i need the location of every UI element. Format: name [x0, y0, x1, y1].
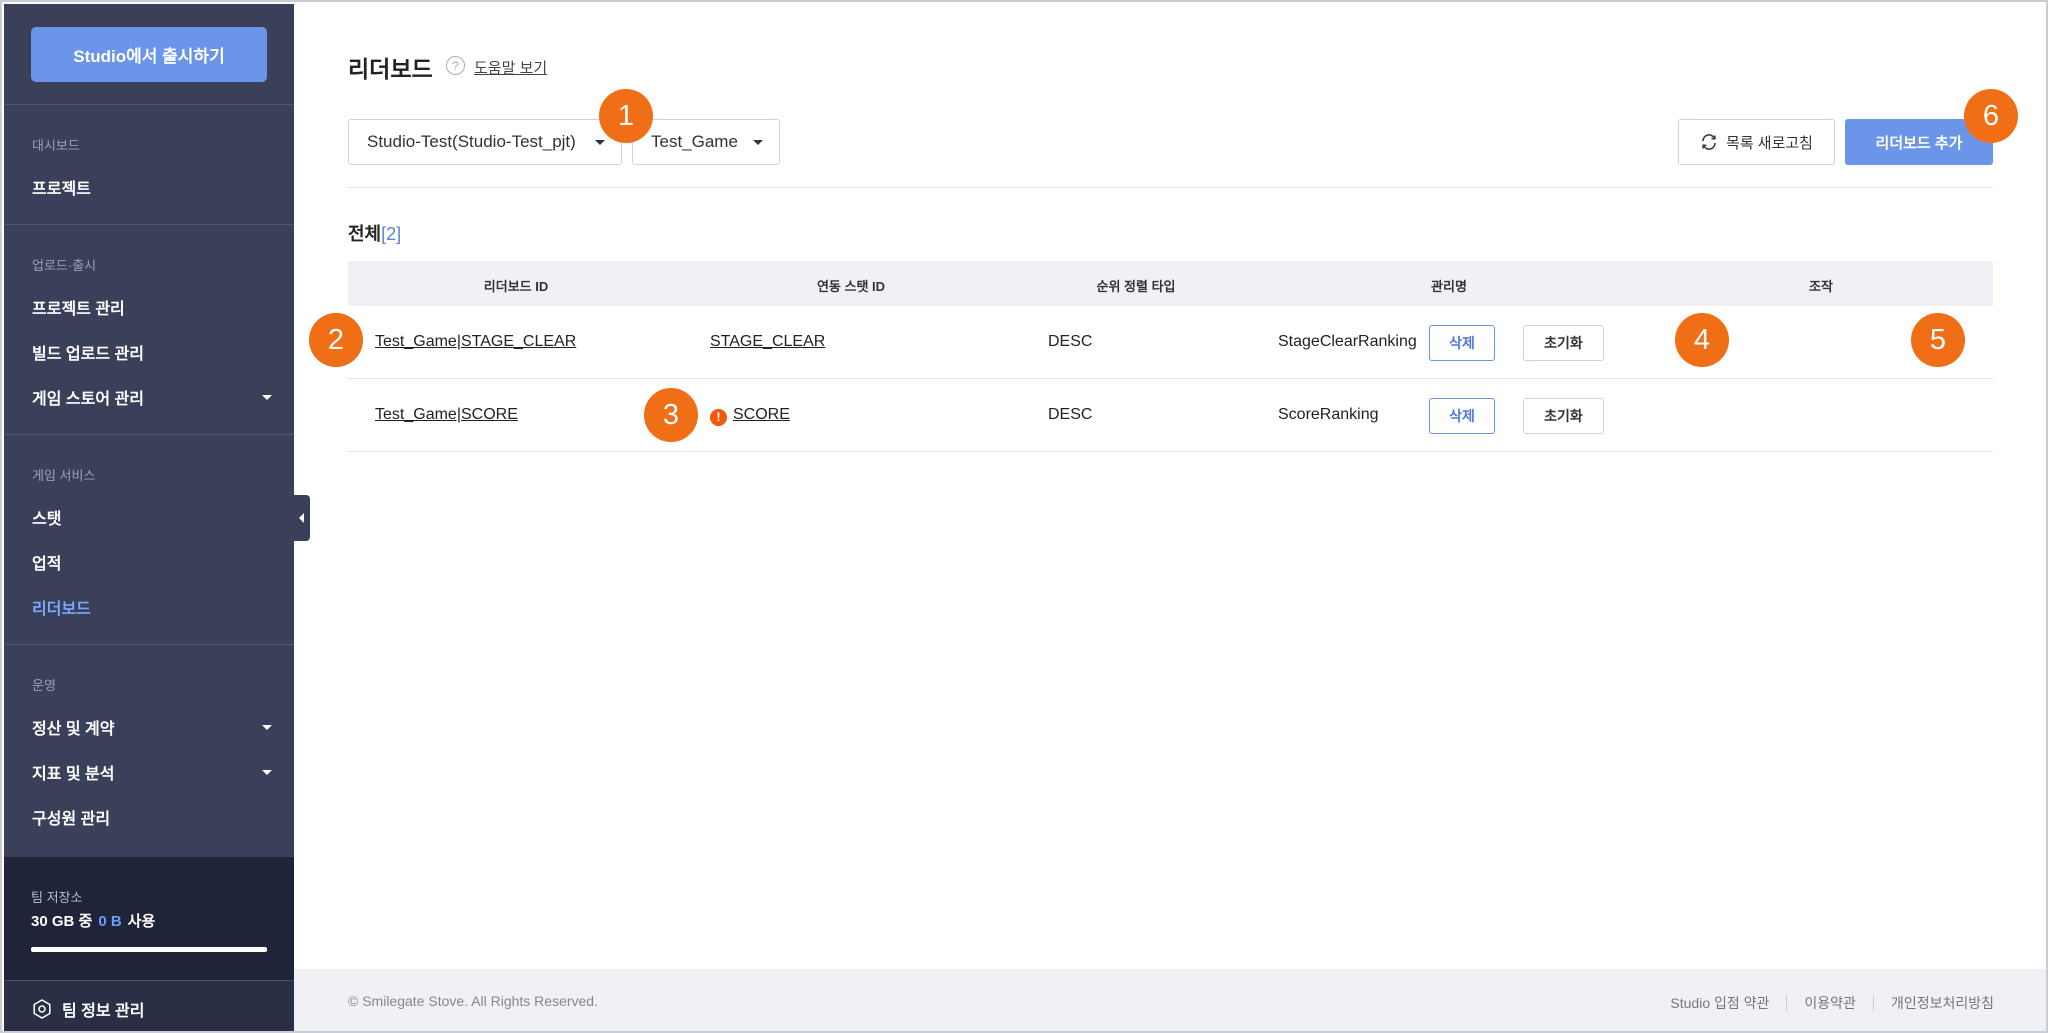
- sidebar-bottom: 팀 정보 관리: [4, 980, 294, 1031]
- manage-name: StageClearRanking: [1278, 333, 1417, 350]
- sidebar-divider: [4, 434, 294, 435]
- sidebar-section-upload: 업로드·출시: [32, 258, 97, 273]
- leaderboard-id-link[interactable]: Test_Game|SCORE: [375, 406, 518, 424]
- sidebar-item-metrics[interactable]: 지표 및 분석: [32, 760, 272, 784]
- sidebar-section-game-service: 게임 서비스: [32, 468, 96, 483]
- callout-badge: 4: [1675, 313, 1729, 367]
- help-icon[interactable]: ?: [446, 56, 465, 75]
- storage-title: 팀 저장소: [31, 890, 83, 905]
- column-header-manage-name: 관리명: [1431, 279, 1467, 294]
- divider: [348, 187, 1993, 188]
- copyright: © Smilegate Stove. All Rights Reserved.: [348, 993, 598, 1009]
- refresh-list-button[interactable]: 목록 새로고침: [1678, 119, 1835, 165]
- storage-progress-bar: [31, 947, 267, 952]
- column-header-sort-type: 순위 정렬 타입: [1096, 279, 1176, 294]
- reset-button[interactable]: 초기화: [1523, 325, 1604, 361]
- game-select-value: Test_Game: [651, 132, 738, 151]
- delete-button[interactable]: 삭제: [1429, 325, 1495, 361]
- sidebar-item-achievement[interactable]: 업적: [32, 550, 272, 574]
- sidebar-item-project-manage[interactable]: 프로젝트 관리: [32, 295, 272, 319]
- project-select-value: Studio-Test(Studio-Test_pjt): [367, 132, 576, 151]
- storage-used: 0 B: [98, 913, 122, 930]
- callout-badge: 6: [1964, 89, 2018, 143]
- footer-separator: [1872, 995, 1874, 1011]
- table-row: Test_Game|STAGE_CLEAR STAGE_CLEAR DESC S…: [348, 306, 1993, 379]
- sidebar-item-stat[interactable]: 스탯: [32, 505, 272, 529]
- storage-suffix: 사용: [127, 913, 156, 930]
- footer-link-privacy[interactable]: 개인정보처리방침: [1891, 993, 1994, 1013]
- sidebar-item-settlement[interactable]: 정산 및 계약: [32, 715, 272, 739]
- column-header-action: 조작: [1809, 279, 1833, 294]
- game-select[interactable]: Test_Game: [632, 119, 780, 165]
- chevron-down-icon: [595, 140, 605, 145]
- gear-icon: [33, 999, 51, 1019]
- release-in-studio-button[interactable]: Studio에서 출시하기: [31, 27, 267, 82]
- project-select[interactable]: Studio-Test(Studio-Test_pjt): [348, 119, 622, 165]
- stat-id-cell: ! SCORE: [710, 406, 790, 426]
- callout-badge: 1: [599, 89, 653, 143]
- sidebar-item-build-upload[interactable]: 빌드 업로드 관리: [32, 340, 272, 364]
- sidebar-item-label: 지표 및 분석: [32, 766, 115, 783]
- team-storage-panel: 팀 저장소 30 GB 중 0 B 사용: [4, 857, 294, 980]
- storage-usage: 30 GB 중 0 B 사용: [31, 910, 155, 931]
- refresh-label: 목록 새로고침: [1726, 134, 1813, 152]
- sidebar-item-project[interactable]: 프로젝트: [32, 175, 272, 199]
- chevron-down-icon: [262, 769, 272, 775]
- sidebar: Studio에서 출시하기 대시보드 프로젝트 업로드·출시 프로젝트 관리 빌…: [4, 4, 294, 1031]
- total-count-value: [2]: [381, 224, 402, 244]
- sidebar-item-label: 게임 스토어 관리: [32, 391, 144, 408]
- total-label: 전체: [348, 224, 382, 244]
- footer-link-studio-terms[interactable]: Studio 입점 약관: [1670, 993, 1769, 1013]
- column-header-leaderboard-id: 리더보드 ID: [483, 279, 549, 294]
- sidebar-item-label: 빌드 업로드 관리: [32, 346, 144, 363]
- footer-separator: [1786, 995, 1788, 1011]
- callout-badge: 5: [1911, 313, 1965, 367]
- chevron-down-icon: [753, 140, 763, 145]
- sidebar-item-label: 리더보드: [32, 601, 91, 618]
- stat-id-link[interactable]: SCORE: [733, 406, 790, 423]
- sidebar-item-store-manage[interactable]: 게임 스토어 관리: [32, 385, 272, 409]
- sidebar-item-label: 정산 및 계약: [32, 721, 115, 738]
- callout-badge: 2: [309, 313, 363, 367]
- sidebar-item-label: 프로젝트: [32, 181, 91, 198]
- stat-id-link[interactable]: STAGE_CLEAR: [710, 333, 825, 351]
- footer: © Smilegate Stove. All Rights Reserved. …: [294, 969, 2046, 1031]
- table-row: Test_Game|SCORE ! SCORE DESC ScoreRanking…: [348, 379, 1993, 452]
- sidebar-item-leaderboard[interactable]: 리더보드: [32, 595, 272, 619]
- sidebar-item-label: 프로젝트 관리: [32, 301, 125, 318]
- reset-button[interactable]: 초기화: [1523, 398, 1604, 434]
- footer-links: Studio 입점 약관 이용약관 개인정보처리방침: [1670, 993, 1994, 1013]
- page-title: 리더보드: [348, 56, 433, 82]
- sidebar-divider: [4, 644, 294, 645]
- leaderboard-id-link[interactable]: Test_Game|STAGE_CLEAR: [375, 333, 576, 351]
- sidebar-divider: [4, 104, 294, 105]
- sidebar-item-label: 업적: [32, 556, 62, 573]
- sidebar-item-members[interactable]: 구성원 관리: [32, 805, 272, 829]
- team-info-label: 팀 정보 관리: [62, 1003, 145, 1020]
- manage-name: ScoreRanking: [1278, 406, 1379, 423]
- chevron-down-icon: [262, 394, 272, 400]
- sidebar-section-operation: 운영: [32, 678, 56, 693]
- sidebar-item-label: 스탯: [32, 511, 62, 528]
- app-window: Studio에서 출시하기 대시보드 프로젝트 업로드·출시 프로젝트 관리 빌…: [0, 0, 2048, 1033]
- storage-total: 30 GB 중: [31, 913, 93, 930]
- delete-button[interactable]: 삭제: [1429, 398, 1495, 434]
- refresh-icon: [1702, 134, 1716, 150]
- team-info-button[interactable]: 팀 정보 관리: [32, 997, 145, 1021]
- sidebar-item-label: 구성원 관리: [32, 811, 111, 828]
- sidebar-divider: [4, 224, 294, 225]
- chevron-down-icon: [262, 724, 272, 730]
- table-header: 리더보드 ID 연동 스탯 ID 순위 정렬 타입 관리명 조작: [348, 261, 1993, 306]
- sort-type: DESC: [1048, 333, 1093, 350]
- main-content: 리더보드 ? 도움말 보기 Studio-Test(Studio-Test_pj…: [294, 4, 2046, 1031]
- warning-icon: !: [710, 409, 727, 426]
- callout-badge: 3: [644, 388, 698, 442]
- column-header-stat-id: 연동 스탯 ID: [816, 279, 886, 294]
- sidebar-section-dashboard: 대시보드: [32, 138, 80, 153]
- total-count: 전체[2]: [348, 220, 401, 246]
- footer-link-terms[interactable]: 이용약관: [1804, 993, 1856, 1013]
- help-link[interactable]: 도움말 보기: [474, 57, 547, 78]
- sort-type: DESC: [1048, 406, 1093, 423]
